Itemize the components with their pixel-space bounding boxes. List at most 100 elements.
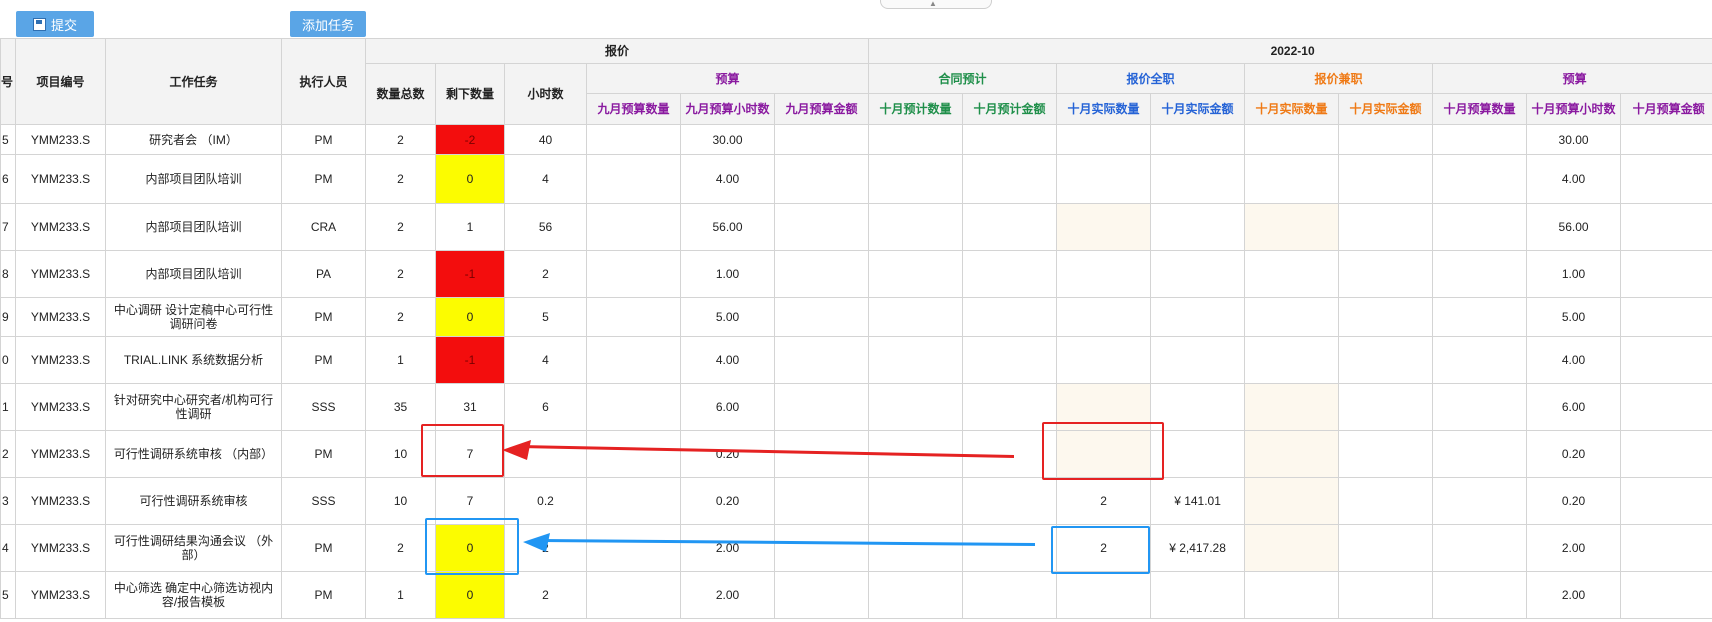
sep-budget-hours-cell[interactable]: 0.20: [680, 477, 775, 525]
table-row[interactable]: 7 YMM233.S 内部项目团队培训 CRA 2 1 56 56.00 56.00: [0, 203, 1712, 251]
row-index[interactable]: 4: [0, 524, 16, 572]
oct-actual-count-ft-cell[interactable]: [1056, 250, 1152, 298]
oct-actual-count-pt-cell[interactable]: [1244, 383, 1340, 431]
oct-actual-count-pt-cell[interactable]: [1244, 477, 1340, 525]
table-row[interactable]: 2 YMM233.S 可行性调研系统审核 （内部） PM 10 7 0.20 0.20: [0, 430, 1712, 478]
oct-est-count-cell[interactable]: [868, 571, 964, 619]
sep-budget-count-cell[interactable]: [586, 203, 681, 251]
quote-total-cell[interactable]: 35: [365, 383, 436, 431]
oct-actual-count-pt-cell[interactable]: [1244, 571, 1340, 619]
oct-actual-amount-pt-cell[interactable]: [1338, 571, 1434, 619]
quote-hours-cell[interactable]: 2: [504, 571, 587, 619]
sep-budget-amount-cell[interactable]: [773, 430, 870, 478]
table-row[interactable]: 9 YMM233.S 中心调研 设计定稿中心可行性调研问卷 PM 2 0 5 5.00 5.00: [0, 297, 1712, 337]
quote-hours-cell[interactable]: 5: [504, 297, 587, 337]
sep-budget-count-cell[interactable]: [586, 250, 681, 298]
oct-actual-amount-pt-cell[interactable]: [1338, 297, 1434, 337]
sep-budget-amount-cell[interactable]: [773, 571, 870, 619]
oct-actual-count-pt-cell[interactable]: [1244, 203, 1340, 251]
oct-budget-count-cell[interactable]: [1432, 250, 1528, 298]
oct-budget-hours-cell[interactable]: 4.00: [1526, 154, 1622, 204]
sep-budget-count-cell[interactable]: [586, 477, 681, 525]
oct-actual-amount-ft-cell[interactable]: [1150, 124, 1246, 155]
oct-actual-amount-ft-cell[interactable]: [1150, 154, 1246, 204]
executor-cell[interactable]: PM: [281, 124, 366, 155]
oct-budget-count-cell[interactable]: [1432, 297, 1528, 337]
executor-cell[interactable]: SSS: [281, 383, 366, 431]
oct-est-amount-cell[interactable]: [962, 297, 1058, 337]
sep-budget-amount-cell[interactable]: [773, 250, 870, 298]
project-no-cell[interactable]: YMM233.S: [15, 336, 106, 384]
oct-actual-amount-ft-cell[interactable]: [1150, 571, 1246, 619]
row-index[interactable]: 7: [0, 203, 16, 251]
oct-est-count-cell[interactable]: [868, 383, 964, 431]
quote-remain-cell[interactable]: -1: [435, 336, 505, 384]
oct-actual-amount-pt-cell[interactable]: [1338, 430, 1434, 478]
quote-hours-cell[interactable]: 4: [504, 336, 587, 384]
table-row[interactable]: 5 YMM233.S 研究者会 （IM） PM 2 -2 40 30.00 30.00: [0, 124, 1712, 155]
quote-hours-cell[interactable]: [504, 430, 587, 478]
sep-budget-hours-cell[interactable]: 5.00: [680, 297, 775, 337]
table-row[interactable]: 8 YMM233.S 内部项目团队培训 PA 2 -1 2 1.00 1.00: [0, 250, 1712, 298]
oct-actual-count-ft-cell[interactable]: [1056, 297, 1152, 337]
oct-budget-amount-cell[interactable]: [1620, 383, 1712, 431]
quote-remain-cell[interactable]: 7: [435, 477, 505, 525]
project-no-cell[interactable]: YMM233.S: [15, 154, 106, 204]
sep-budget-amount-cell[interactable]: [773, 154, 870, 204]
quote-total-cell[interactable]: 1: [365, 571, 436, 619]
oct-budget-hours-cell[interactable]: 0.20: [1526, 430, 1622, 478]
oct-budget-amount-cell[interactable]: [1620, 477, 1712, 525]
oct-budget-amount-cell[interactable]: [1620, 430, 1712, 478]
quote-hours-cell[interactable]: 4: [504, 154, 587, 204]
quote-hours-cell[interactable]: 40: [504, 124, 587, 155]
quote-remain-cell[interactable]: 0: [435, 524, 505, 572]
oct-budget-hours-cell[interactable]: 1.00: [1526, 250, 1622, 298]
oct-budget-amount-cell[interactable]: [1620, 297, 1712, 337]
task-cell[interactable]: 针对研究中心研究者/机构可行性调研: [105, 383, 282, 431]
oct-est-count-cell[interactable]: [868, 430, 964, 478]
project-no-cell[interactable]: YMM233.S: [15, 430, 106, 478]
oct-budget-count-cell[interactable]: [1432, 430, 1528, 478]
oct-actual-count-ft-cell[interactable]: 2: [1056, 524, 1152, 572]
quote-total-cell[interactable]: 1: [365, 336, 436, 384]
sep-budget-hours-cell[interactable]: 56.00: [680, 203, 775, 251]
project-no-cell[interactable]: YMM233.S: [15, 524, 106, 572]
oct-est-count-cell[interactable]: [868, 203, 964, 251]
task-cell[interactable]: 可行性调研系统审核: [105, 477, 282, 525]
sep-budget-hours-cell[interactable]: 4.00: [680, 336, 775, 384]
executor-cell[interactable]: PM: [281, 571, 366, 619]
oct-est-amount-cell[interactable]: [962, 524, 1058, 572]
oct-budget-count-cell[interactable]: [1432, 571, 1528, 619]
task-cell[interactable]: 中心调研 设计定稿中心可行性调研问卷: [105, 297, 282, 337]
oct-budget-count-cell[interactable]: [1432, 336, 1528, 384]
sep-budget-count-cell[interactable]: [586, 383, 681, 431]
row-index[interactable]: 1: [0, 383, 16, 431]
oct-actual-amount-pt-cell[interactable]: [1338, 154, 1434, 204]
sep-budget-amount-cell[interactable]: [773, 383, 870, 431]
table-row[interactable]: 0 YMM233.S TRIAL.LINK 系统数据分析 PM 1 -1 4 4.00 4.00: [0, 336, 1712, 384]
oct-budget-amount-cell[interactable]: [1620, 124, 1712, 155]
sep-budget-count-cell[interactable]: [586, 430, 681, 478]
oct-actual-amount-ft-cell[interactable]: [1150, 383, 1246, 431]
oct-est-amount-cell[interactable]: [962, 250, 1058, 298]
oct-actual-amount-pt-cell[interactable]: [1338, 203, 1434, 251]
oct-actual-amount-ft-cell[interactable]: [1150, 297, 1246, 337]
oct-est-amount-cell[interactable]: [962, 430, 1058, 478]
project-no-cell[interactable]: YMM233.S: [15, 250, 106, 298]
row-index[interactable]: 2: [0, 430, 16, 478]
sep-budget-amount-cell[interactable]: [773, 203, 870, 251]
oct-est-amount-cell[interactable]: [962, 203, 1058, 251]
oct-est-count-cell[interactable]: [868, 154, 964, 204]
sep-budget-hours-cell[interactable]: 2.00: [680, 524, 775, 572]
quote-remain-cell[interactable]: 1: [435, 203, 505, 251]
row-index[interactable]: 3: [0, 477, 16, 525]
oct-actual-count-pt-cell[interactable]: [1244, 154, 1340, 204]
sep-budget-hours-cell[interactable]: 4.00: [680, 154, 775, 204]
quote-hours-cell[interactable]: 2: [504, 524, 587, 572]
oct-budget-count-cell[interactable]: [1432, 477, 1528, 525]
quote-total-cell[interactable]: 10: [365, 477, 436, 525]
sep-budget-count-cell[interactable]: [586, 336, 681, 384]
quote-total-cell[interactable]: 2: [365, 203, 436, 251]
oct-est-count-cell[interactable]: [868, 250, 964, 298]
executor-cell[interactable]: PM: [281, 430, 366, 478]
